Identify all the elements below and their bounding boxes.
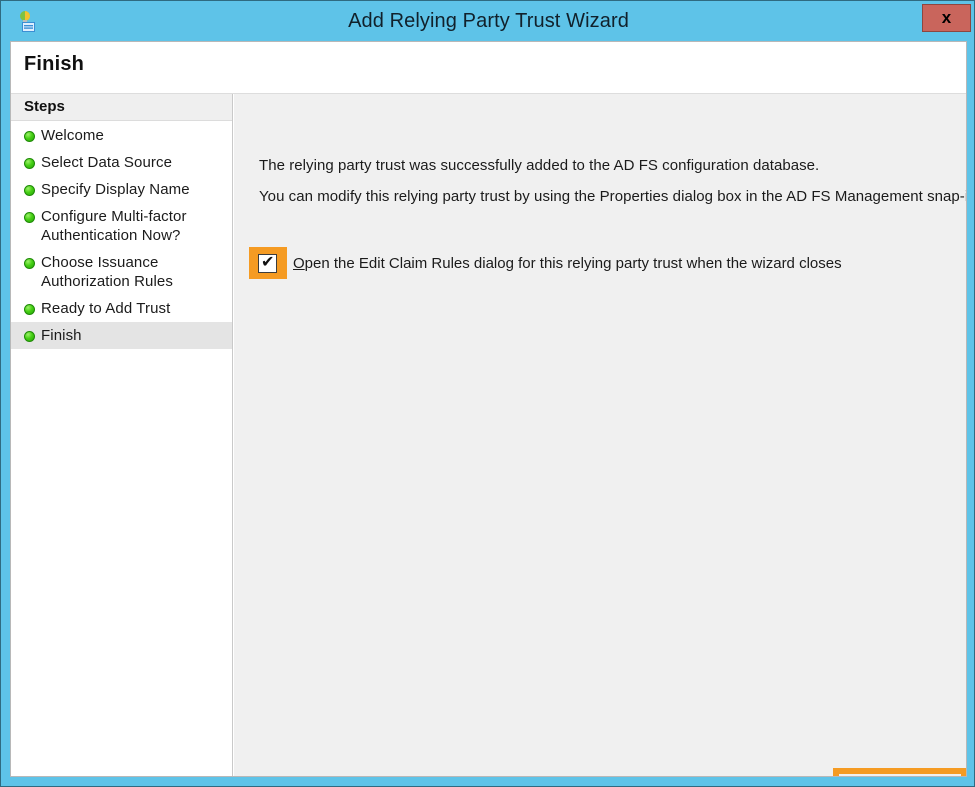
steps-sidebar: Steps Welcome Select Data Source Specify…	[11, 94, 233, 777]
page-title: Finish	[24, 53, 84, 76]
sidebar-item-select-data-source[interactable]: Select Data Source	[11, 149, 232, 176]
open-claim-rules-label[interactable]: Open the Edit Claim Rules dialog for thi…	[293, 254, 842, 273]
label-rest: pen the Edit Claim Rules dialog for this…	[305, 255, 842, 272]
steps-header-label: Steps	[24, 98, 65, 115]
sidebar-item-label: Finish	[41, 326, 224, 345]
step-status-icon	[24, 158, 35, 169]
step-status-icon	[24, 131, 35, 142]
window-title: Add Relying Party Trust Wizard	[2, 2, 975, 41]
accel-letter: O	[293, 255, 305, 272]
sidebar-item-finish[interactable]: Finish	[11, 322, 232, 349]
close-icon[interactable]: x	[922, 4, 971, 32]
sidebar-item-label: Select Data Source	[41, 153, 224, 172]
step-status-icon	[24, 258, 35, 269]
sidebar-item-welcome[interactable]: Welcome	[11, 122, 232, 149]
step-status-icon	[24, 304, 35, 315]
open-claim-rules-checkbox[interactable]: ✔	[258, 254, 277, 273]
dialog-header: Finish	[11, 42, 966, 94]
close-button-highlight-annotation	[833, 768, 967, 777]
steps-list: Welcome Select Data Source Specify Displ…	[11, 122, 232, 349]
sidebar-item-label: Specify Display Name	[41, 180, 224, 199]
sidebar-item-label: Welcome	[41, 126, 224, 145]
sidebar-item-choose-issuance-authorization-rules[interactable]: Choose Issuance Authorization Rules	[11, 249, 232, 295]
sidebar-item-label: Ready to Add Trust	[41, 299, 224, 318]
sidebar-item-specify-display-name[interactable]: Specify Display Name	[11, 176, 232, 203]
sidebar-item-label: Choose Issuance Authorization Rules	[41, 253, 224, 291]
steps-header: Steps	[11, 94, 232, 121]
success-message: The relying party trust was successfully…	[259, 156, 819, 175]
step-status-icon	[24, 331, 35, 342]
content-pane: The relying party trust was successfully…	[234, 94, 966, 764]
checkmark-icon: ✔	[261, 252, 276, 271]
wizard-window: Add Relying Party Trust Wizard x Finish …	[0, 0, 975, 787]
sidebar-item-ready-to-add-trust[interactable]: Ready to Add Trust	[11, 295, 232, 322]
title-bar: Add Relying Party Trust Wizard x	[2, 2, 975, 41]
step-status-icon	[24, 212, 35, 223]
step-status-icon	[24, 185, 35, 196]
modify-hint-message: You can modify this relying party trust …	[259, 187, 967, 206]
wizard-dialog: Finish Steps Welcome Select Data Source	[10, 41, 967, 777]
sidebar-item-label: Configure Multi-factor Authentication No…	[41, 207, 224, 245]
sidebar-item-configure-multi-factor-authentication[interactable]: Configure Multi-factor Authentication No…	[11, 203, 232, 249]
